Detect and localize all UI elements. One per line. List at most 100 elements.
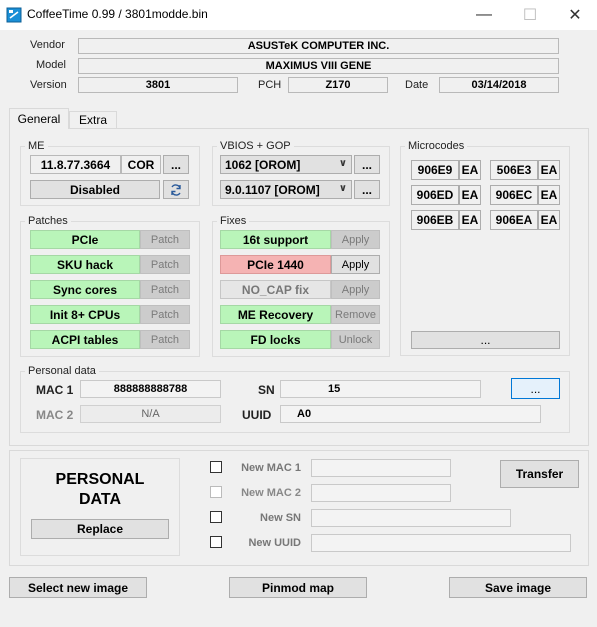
new-sn-input[interactable] (311, 509, 511, 527)
fix-button[interactable]: Apply (331, 280, 380, 299)
save-image-button[interactable]: Save image (449, 577, 587, 598)
date-value: 03/14/2018 (439, 77, 559, 93)
new-sn-checkbox[interactable] (210, 511, 222, 523)
vbios-select-value: 1062 [OROM] (225, 157, 301, 172)
personal-data-title: Personal data (25, 365, 99, 377)
chevron-down-icon: ∨ (338, 183, 347, 194)
vbios-group-title: VBIOS + GOP (217, 140, 294, 152)
new-mac1-input[interactable] (311, 459, 451, 477)
microcodes-group-title: Microcodes (405, 140, 468, 152)
new-sn-label: New SN (260, 512, 301, 524)
microcode-code: 906ED (411, 185, 459, 205)
personal-data-heading-line1: PERSONAL (55, 471, 145, 488)
patch-label: Sync cores (30, 280, 140, 299)
mac2-value: N/A (80, 405, 221, 423)
minimize-button[interactable]: — (461, 0, 507, 30)
mac2-label: MAC 2 (36, 408, 74, 422)
patch-label: SKU hack (30, 255, 140, 274)
microcode-tag: EA (538, 185, 560, 205)
fix-button[interactable]: Apply (331, 255, 380, 274)
uuid-label: UUID (242, 408, 272, 422)
microcodes-more-button[interactable]: ... (411, 331, 560, 349)
mac1-label: MAC 1 (36, 383, 74, 397)
gop-select[interactable]: 9.0.1107 [OROM] ∨ (220, 180, 352, 199)
pch-value: Z170 (288, 77, 388, 93)
version-label: Version (30, 79, 67, 91)
model-label: Model (36, 59, 66, 71)
microcode-tag: EA (459, 185, 481, 205)
patches-group-title: Patches (25, 215, 71, 227)
app-icon (6, 7, 22, 23)
new-mac2-input[interactable] (311, 484, 451, 502)
microcode-code: 906EB (411, 210, 459, 230)
microcode-code: 906EC (490, 185, 538, 205)
new-mac1-checkbox[interactable] (210, 461, 222, 473)
me-refresh-button[interactable] (163, 180, 189, 199)
new-mac2-label: New MAC 2 (241, 487, 301, 499)
me-more-button[interactable]: ... (163, 155, 189, 174)
fix-label: NO_CAP fix (220, 280, 331, 299)
fix-label: 16t support (220, 230, 331, 249)
title-bar: CoffeeTime 0.99 / 3801modde.bin — ☐ ✕ (0, 0, 597, 30)
me-version-value: 11.8.77.3664 (30, 155, 121, 174)
patch-label: PCIe (30, 230, 140, 249)
fix-label: PCIe 1440 (220, 255, 331, 274)
microcode-code: 906EA (490, 210, 538, 230)
patch-button[interactable]: Patch (140, 230, 190, 249)
microcode-tag: EA (538, 160, 560, 180)
replace-button[interactable]: Replace (31, 519, 169, 539)
patch-button[interactable]: Patch (140, 330, 190, 349)
me-type-value: COR (121, 155, 161, 174)
new-uuid-input[interactable] (311, 534, 571, 552)
sn-label: SN (258, 383, 275, 397)
microcode-tag: EA (459, 210, 481, 230)
new-mac2-checkbox[interactable] (210, 486, 222, 498)
patch-button[interactable]: Patch (140, 305, 190, 324)
refresh-icon (171, 183, 181, 196)
date-label: Date (405, 79, 429, 91)
microcode-code: 506E3 (490, 160, 538, 180)
gop-select-value: 9.0.1107 [OROM] (225, 182, 320, 197)
personal-data-heading-line2: DATA (78, 491, 122, 508)
pch-label: PCH (258, 79, 282, 91)
patch-label: Init 8+ CPUs (30, 305, 140, 324)
pinmod-map-button[interactable]: Pinmod map (229, 577, 367, 598)
vbios-more-button[interactable]: ... (354, 155, 380, 174)
window-title: CoffeeTime 0.99 / 3801modde.bin (27, 7, 208, 21)
uuid-value: A0 (280, 405, 541, 423)
select-new-image-button[interactable]: Select new image (9, 577, 147, 598)
vbios-select[interactable]: 1062 [OROM] ∨ (220, 155, 352, 174)
microcode-tag: EA (459, 160, 481, 180)
me-status-button[interactable]: Disabled (30, 180, 160, 199)
fix-label: ME Recovery (220, 305, 331, 324)
vendor-label: Vendor (30, 39, 65, 51)
sn-value: 15 (280, 380, 481, 398)
new-uuid-label: New UUID (248, 537, 301, 549)
version-value: 3801 (78, 77, 238, 93)
me-group-title: ME (25, 140, 48, 152)
maximize-button[interactable]: ☐ (507, 0, 553, 30)
tab-extra[interactable]: Extra (69, 111, 117, 129)
patch-button[interactable]: Patch (140, 255, 190, 274)
gop-more-button[interactable]: ... (354, 180, 380, 199)
new-mac1-label: New MAC 1 (241, 462, 301, 474)
personal-data-heading: PERSONAL DATA (20, 470, 180, 510)
personal-more-button[interactable]: ... (511, 378, 560, 399)
fixes-group-title: Fixes (217, 215, 250, 227)
microcode-tag: EA (538, 210, 560, 230)
tab-general[interactable]: General (9, 108, 69, 129)
close-button[interactable]: ✕ (552, 0, 597, 30)
fix-button[interactable]: Remove (331, 305, 380, 324)
vendor-value: ASUSTeK COMPUTER INC. (78, 38, 559, 54)
fix-label: FD locks (220, 330, 331, 349)
fix-button[interactable]: Apply (331, 230, 380, 249)
mac1-value: 888888888788 (80, 380, 221, 398)
model-value: MAXIMUS VIII GENE (78, 58, 559, 74)
chevron-down-icon: ∨ (338, 158, 347, 169)
new-uuid-checkbox[interactable] (210, 536, 222, 548)
microcode-code: 906E9 (411, 160, 459, 180)
transfer-button[interactable]: Transfer (500, 460, 579, 488)
patch-label: ACPI tables (30, 330, 140, 349)
fix-button[interactable]: Unlock (331, 330, 380, 349)
patch-button[interactable]: Patch (140, 280, 190, 299)
